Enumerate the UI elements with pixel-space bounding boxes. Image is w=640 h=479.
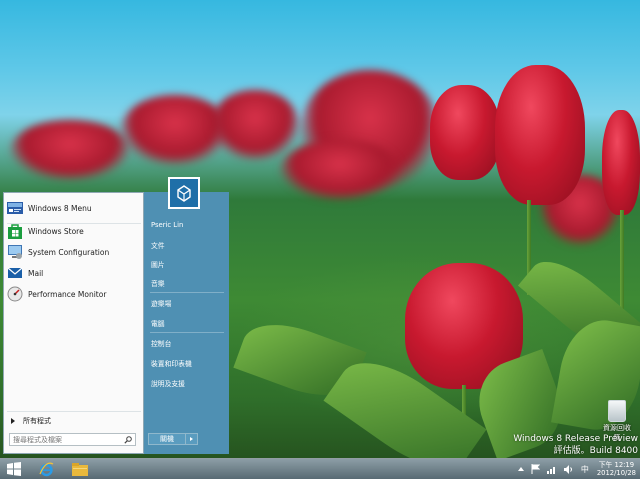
program-performance-monitor[interactable]: Performance Monitor (7, 284, 141, 304)
ime-label: 中 (580, 464, 589, 474)
program-windows8-menu[interactable]: Windows 8 Menu (7, 198, 141, 218)
place-computer[interactable]: 電腦 (151, 318, 165, 328)
file-explorer-icon (72, 462, 88, 476)
all-programs-label: 所有程式 (23, 417, 51, 425)
store-bag-icon (8, 224, 22, 239)
place-devices-printers[interactable]: 裝置和印表機 (151, 358, 192, 368)
separator (150, 292, 224, 293)
separator (150, 332, 224, 333)
search-icon[interactable] (124, 435, 132, 444)
program-label: Windows 8 Menu (28, 203, 92, 213)
user-avatar-icon (177, 185, 191, 202)
build-watermark: Windows 8 Release Preview 評估版。Build 8400 (513, 433, 638, 457)
search-field[interactable] (9, 433, 136, 446)
place-games[interactable]: 遊樂場 (151, 298, 171, 308)
start-menu-programs-pane: Windows 8 Menu Windows Store System Conf… (3, 192, 144, 454)
chevron-right-icon (11, 418, 15, 424)
program-windows-store[interactable]: Windows Store (7, 221, 141, 241)
flag-icon (531, 464, 540, 474)
network-button[interactable] (546, 465, 557, 474)
recycle-bin-icon (608, 400, 626, 422)
file-explorer-taskbar-button[interactable] (68, 459, 92, 479)
start-button[interactable] (2, 459, 26, 479)
place-control-panel[interactable]: 控制台 (151, 338, 171, 348)
start-menu-places-pane: Pseric Lin 文件 圖片 音樂 遊樂場 電腦 控制台 裝置和印表機 說明… (144, 192, 229, 454)
program-label: Performance Monitor (28, 289, 107, 299)
clock-time: 下午 12:19 (598, 461, 635, 469)
internet-explorer-taskbar-button[interactable] (34, 459, 58, 479)
place-help-support[interactable]: 說明及支援 (151, 378, 185, 388)
program-label: Windows Store (28, 226, 84, 236)
program-system-configuration[interactable]: System Configuration (7, 242, 141, 262)
shutdown-options-button[interactable] (186, 433, 198, 445)
all-programs-button[interactable]: 所有程式 (7, 415, 141, 427)
place-pictures[interactable]: 圖片 (151, 259, 165, 269)
separator (7, 411, 141, 412)
show-hidden-icons-button[interactable] (517, 467, 524, 471)
program-label: Mail (28, 268, 44, 278)
shutdown-button[interactable]: 關機 (148, 433, 186, 445)
clock-date: 2012/10/28 (596, 469, 636, 477)
ime-indicator[interactable]: 中 (581, 464, 589, 475)
program-mail[interactable]: Mail (7, 263, 141, 283)
action-center-button[interactable] (531, 464, 540, 474)
shutdown-group: 關機 (148, 433, 198, 445)
network-icon (546, 466, 555, 474)
place-music[interactable]: 音樂 (151, 278, 165, 288)
windows-logo-icon (7, 462, 21, 476)
watermark-line-2: 評估版。Build 8400 (553, 446, 638, 456)
program-label: System Configuration (28, 247, 110, 257)
chevron-right-icon (190, 437, 193, 441)
performance-monitor-icon (7, 286, 23, 302)
place-documents[interactable]: 文件 (151, 240, 165, 250)
volume-button[interactable] (563, 464, 574, 474)
internet-explorer-icon (38, 462, 53, 476)
chevron-up-icon (517, 467, 524, 471)
system-config-icon (8, 245, 22, 259)
speaker-icon (563, 464, 572, 474)
start-menu: Windows 8 Menu Windows Store System Conf… (3, 192, 229, 454)
windows8-menu-icon (7, 202, 23, 214)
user-name-link[interactable]: Pseric Lin (151, 221, 183, 229)
mail-icon (7, 267, 23, 278)
search-input[interactable] (13, 435, 113, 444)
system-tray: 中 下午 12:19 2012/10/28 (511, 459, 636, 479)
watermark-line-1: Windows 8 Release Preview (513, 434, 638, 444)
taskbar: 中 下午 12:19 2012/10/28 (0, 458, 640, 479)
user-picture[interactable] (168, 177, 200, 209)
clock[interactable]: 下午 12:19 2012/10/28 (597, 461, 636, 477)
